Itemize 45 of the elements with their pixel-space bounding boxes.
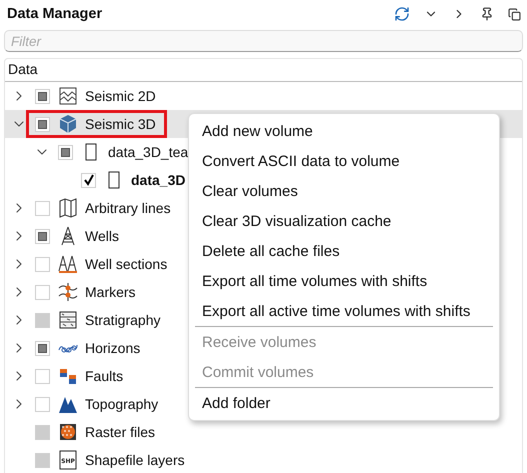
menu-item[interactable]: Add folder: [193, 388, 495, 418]
horizon-line-icon: [58, 343, 78, 353]
cube-icon: [58, 114, 78, 134]
pin-icon[interactable]: [480, 7, 494, 21]
folded-map-icon: [58, 198, 78, 218]
checkbox[interactable]: [35, 340, 50, 356]
checkbox[interactable]: [58, 144, 73, 160]
tree-item-label[interactable]: Horizons: [85, 340, 140, 356]
checkbox[interactable]: [35, 200, 50, 216]
tree-item-label[interactable]: Markers: [85, 284, 136, 300]
menu-item[interactable]: Convert ASCII data to volume: [193, 146, 495, 176]
checkbox[interactable]: [35, 228, 50, 244]
tree-item-label[interactable]: Seismic 2D: [85, 88, 156, 104]
tree-item-label[interactable]: Topography: [85, 396, 158, 412]
menu-item[interactable]: Export all active time volumes with shifts: [193, 296, 495, 326]
raster-icon: [58, 422, 78, 442]
seismic-lines-icon: [58, 86, 78, 106]
menu-item[interactable]: Delete all cache files: [193, 236, 495, 266]
checkbox[interactable]: [35, 396, 50, 412]
tree-item-label[interactable]: Faults: [85, 368, 124, 384]
tree-item-label[interactable]: Seismic 3D: [85, 116, 156, 132]
checkbox[interactable]: [35, 256, 50, 272]
tree-item-label[interactable]: Arbitrary lines: [85, 200, 171, 216]
checkbox[interactable]: [35, 284, 50, 300]
tree-item-label[interactable]: data_3D: [131, 172, 186, 188]
menu-item[interactable]: Clear volumes: [193, 176, 495, 206]
restore-icon[interactable]: [508, 8, 521, 20]
checkbox[interactable]: [35, 88, 50, 104]
menu-item[interactable]: Add new volume: [193, 116, 495, 146]
tree-item-label[interactable]: Well sections: [85, 256, 168, 272]
layers-icon: [58, 310, 78, 330]
fault-blocks-icon: [58, 366, 78, 386]
checkbox[interactable]: [81, 172, 96, 188]
tree-item-label[interactable]: data_3D_tea: [108, 144, 188, 160]
checkbox[interactable]: [35, 116, 50, 132]
derricks-icon: [58, 254, 78, 274]
refresh-icon[interactable]: [394, 6, 410, 22]
panel-title: Data Manager: [7, 6, 104, 22]
column-header: Data: [5, 59, 522, 82]
filter-field[interactable]: Filter: [4, 30, 523, 52]
tree-item-label[interactable]: Wells: [85, 228, 119, 244]
menu-item[interactable]: Clear 3D visualization cache: [193, 206, 495, 236]
markers-icon: [58, 282, 78, 302]
checkbox[interactable]: [35, 368, 50, 384]
menu-item[interactable]: Export all time volumes with shifts: [193, 266, 495, 296]
